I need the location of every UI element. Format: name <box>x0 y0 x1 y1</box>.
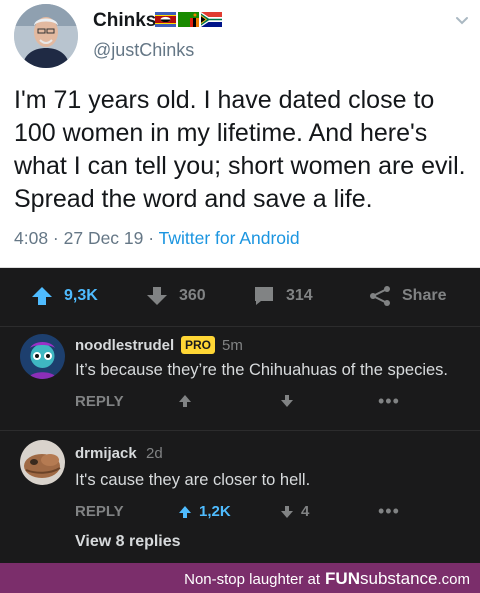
tweet-timestamp: 4:08 · 27 Dec 19 · <box>14 228 159 248</box>
reply-button[interactable]: REPLY <box>75 393 124 410</box>
comment: noodlestrudel PRO 5m It’s because they’r… <box>0 326 480 426</box>
tweet-text: I'm 71 years old. I have dated close to … <box>14 86 466 213</box>
comment-upvote-button[interactable] <box>177 393 199 409</box>
comment-actions: REPLY ••• <box>0 391 480 415</box>
comment-body: It’s because they’re the Chihuahuas of t… <box>75 361 449 379</box>
comment: drmijack 2d It's cause they are closer t… <box>0 430 480 563</box>
tweet-avatar[interactable] <box>14 4 78 68</box>
comment-time: 2d <box>146 445 163 462</box>
downvote-arrow-icon <box>281 505 293 518</box>
watermark-domain: .com <box>437 571 470 588</box>
comment-time: 5m <box>222 337 243 354</box>
comments-button[interactable]: 314 <box>252 284 313 308</box>
comment-downvote-button[interactable] <box>279 393 301 409</box>
comment-username[interactable]: noodlestrudel <box>75 337 174 354</box>
share-label: Share <box>402 287 447 304</box>
comment-avatar[interactable] <box>20 440 65 485</box>
watermark-brand-bold: FUN <box>325 569 360 588</box>
more-options-icon[interactable]: ••• <box>378 502 400 520</box>
tweet-display-name[interactable]: Chinks <box>93 10 156 32</box>
watermark-tagline: Non-stop laughter at <box>184 571 321 588</box>
chevron-down-icon[interactable] <box>454 12 470 28</box>
reply-button[interactable]: REPLY <box>75 503 124 520</box>
south-africa-flag-icon <box>201 12 222 27</box>
reddit-thread: 9,3K 360 314 Share noodlestrudel PRO 5m … <box>0 268 480 563</box>
zambia-flag-icon <box>178 12 199 27</box>
downvote-count: 360 <box>179 287 206 304</box>
downvote-arrow-icon <box>147 287 167 305</box>
comment-bubble-icon <box>255 287 273 305</box>
flag-emojis <box>155 12 222 27</box>
view-replies-link[interactable]: View 8 replies <box>75 533 181 551</box>
comment-username[interactable]: drmijack <box>75 445 137 462</box>
upvote-count: 9,3K <box>64 287 98 304</box>
comment-upvote-count: 1,2K <box>199 503 231 520</box>
post-action-bar: 9,3K 360 314 Share <box>0 268 480 324</box>
downvote-arrow-icon <box>281 395 293 407</box>
tweet-meta: 4:08 · 27 Dec 19 · Twitter for Android <box>14 228 300 249</box>
upvote-arrow-icon <box>179 395 191 407</box>
more-options-icon[interactable]: ••• <box>378 392 400 410</box>
eswatini-flag-icon <box>155 12 176 27</box>
share-icon <box>370 286 390 306</box>
tweet-handle[interactable]: @justChinks <box>93 40 194 61</box>
comment-count: 314 <box>286 287 313 304</box>
comment-downvote-count: 4 <box>301 503 310 520</box>
share-button[interactable]: Share <box>368 284 446 308</box>
downvote-button[interactable]: 360 <box>145 284 206 308</box>
upvote-arrow-icon <box>179 505 191 518</box>
watermark-text: Non-stop laughter at FUN substance .com <box>184 569 470 589</box>
comment-upvote-button[interactable]: 1,2K <box>177 503 231 520</box>
comment-actions: REPLY 1,2K 4 ••• <box>0 501 480 525</box>
upvote-button[interactable]: 9,3K <box>30 284 98 308</box>
comment-downvote-button[interactable]: 4 <box>279 503 309 520</box>
upvote-arrow-icon <box>32 287 52 305</box>
tweet-card: Chinks @justChinks I'm 71 years old. I h… <box>0 0 480 268</box>
watermark-footer: Non-stop laughter at FUN substance .com <box>0 563 480 593</box>
comment-body: It's cause they are closer to hell. <box>75 471 311 489</box>
watermark-brand-rest: substance <box>359 569 438 588</box>
pro-badge: PRO <box>181 336 216 354</box>
tweet-source-link[interactable]: Twitter for Android <box>159 228 300 248</box>
comment-avatar[interactable] <box>20 334 65 379</box>
